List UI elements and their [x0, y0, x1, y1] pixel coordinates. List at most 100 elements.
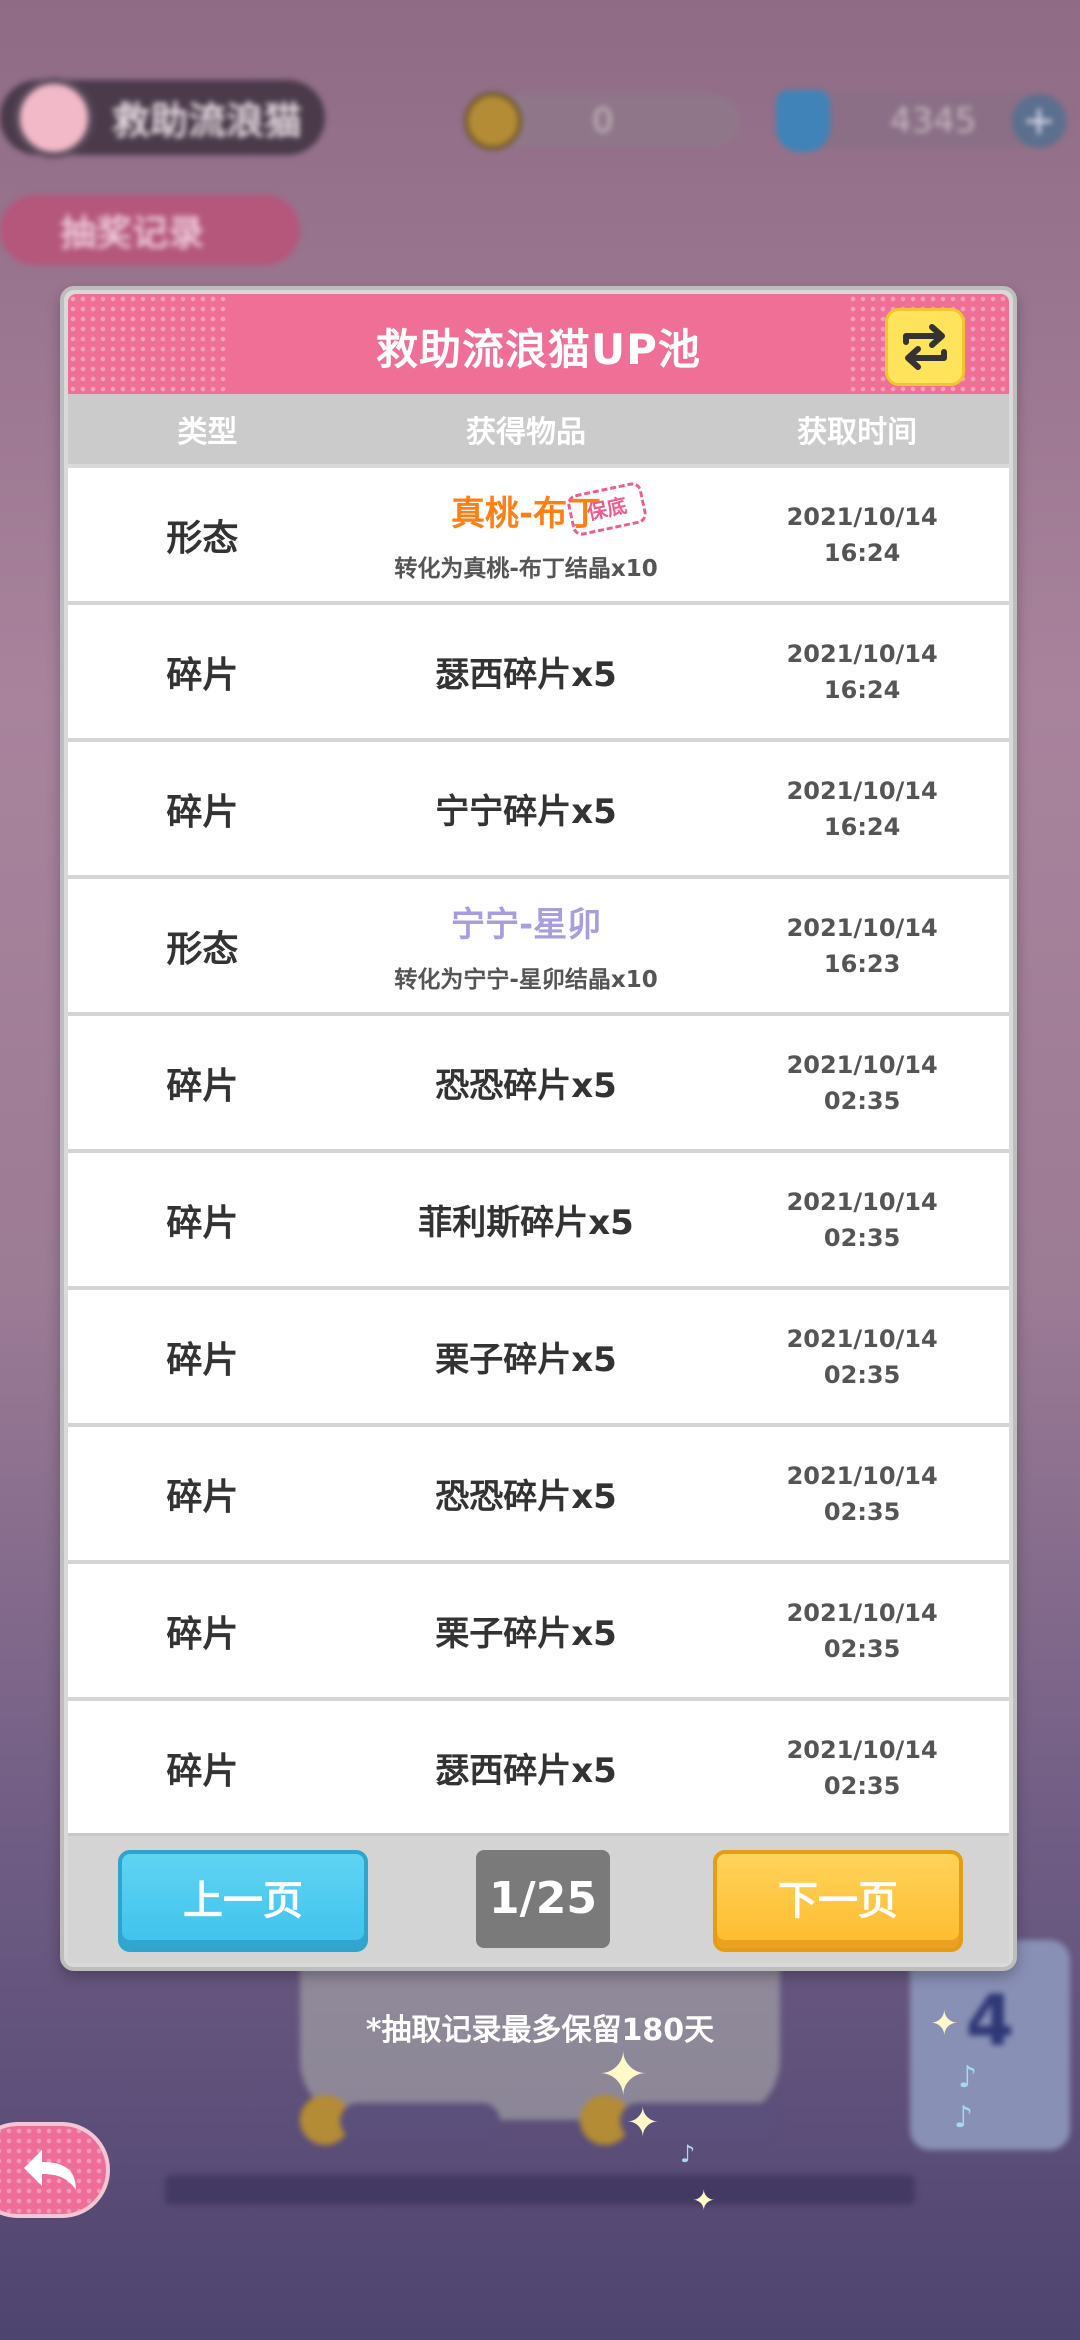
- row-time: 2021/10/14 16:23: [715, 910, 1009, 982]
- table-row: 形态 真桃-布丁 保底 转化为真桃-布丁结晶x10 2021/10/14 16:…: [68, 468, 1009, 605]
- row-date: 2021/10/14: [786, 502, 938, 531]
- table-row: 碎片 栗子碎片x5 2021/10/14 02:35: [68, 1290, 1009, 1427]
- row-time: 2021/10/14 02:35: [715, 1184, 1009, 1256]
- row-type: 形态: [166, 517, 239, 559]
- row-time: 2021/10/14 02:35: [715, 1047, 1009, 1119]
- row-clock: 02:35: [823, 1223, 901, 1252]
- table-row: 碎片 宁宁碎片x5 2021/10/14 16:24: [68, 742, 1009, 879]
- bg-notice-bar: [165, 2175, 915, 2205]
- music-note-icon: ♪: [680, 2140, 696, 2168]
- row-clock: 16:24: [823, 812, 901, 841]
- table-row: 碎片 瑟西碎片x5 2021/10/14 02:35: [68, 1701, 1009, 1838]
- music-note-icon: ♪: [958, 2060, 978, 2095]
- retention-notice: *抽取记录最多保留180天: [365, 2013, 715, 2048]
- event-avatar-icon: [14, 77, 94, 158]
- row-item-conversion: 转化为宁宁-星卯结晶x10: [394, 967, 658, 993]
- switch-pool-button[interactable]: [885, 308, 965, 386]
- row-time: 2021/10/14 02:35: [715, 1595, 1009, 1667]
- row-date: 2021/10/14: [786, 776, 938, 805]
- column-time: 获取时间: [797, 415, 918, 450]
- row-type: 碎片: [166, 791, 239, 833]
- swap-arrows-icon: [903, 324, 947, 370]
- record-list: 形态 真桃-布丁 保底 转化为真桃-布丁结晶x10 2021/10/14 16:…: [68, 468, 1009, 1838]
- table-row: 形态 宁宁-星卯 转化为宁宁-星卯结晶x10 2021/10/14 16:23: [68, 879, 1009, 1016]
- row-item: 恐恐碎片x5: [435, 1477, 617, 1517]
- gem-icon: [776, 90, 830, 152]
- column-item: 获得物品: [466, 415, 587, 450]
- record-tab-label: 抽奖记录: [60, 213, 205, 254]
- row-type: 碎片: [166, 1065, 239, 1107]
- table-row: 碎片 恐恐碎片x5 2021/10/14 02:35: [68, 1016, 1009, 1153]
- row-date: 2021/10/14: [786, 1461, 938, 1490]
- row-item: 瑟西碎片x5: [435, 655, 617, 695]
- row-time: 2021/10/14 16:24: [715, 499, 1009, 571]
- pagination-bar: 上一页 1/25 下一页: [68, 1833, 1009, 1963]
- row-item-name: 真桃-布丁: [450, 494, 602, 534]
- row-date: 2021/10/14: [786, 1598, 938, 1627]
- row-time: 2021/10/14 02:35: [715, 1321, 1009, 1393]
- coin-counter: 0: [464, 92, 740, 150]
- row-type: 碎片: [166, 1339, 239, 1381]
- row-type: 碎片: [166, 654, 239, 696]
- row-clock: 16:23: [823, 949, 901, 978]
- page-indicator: 1/25: [476, 1850, 610, 1948]
- row-clock: 02:35: [823, 1634, 901, 1663]
- table-row: 碎片 栗子碎片x5 2021/10/14 02:35: [68, 1564, 1009, 1701]
- row-time: 2021/10/14 02:35: [715, 1732, 1009, 1804]
- row-date: 2021/10/14: [786, 1735, 938, 1764]
- row-type: 碎片: [166, 1202, 239, 1244]
- row-clock: 16:24: [823, 538, 901, 567]
- row-date: 2021/10/14: [786, 913, 938, 942]
- sparkle-icon: ✦: [692, 2184, 716, 2217]
- row-time: 2021/10/14 16:24: [715, 773, 1009, 845]
- add-gem-icon: +: [1012, 94, 1066, 148]
- table-row: 碎片 恐恐碎片x5 2021/10/14 02:35: [68, 1427, 1009, 1564]
- row-item-name: 宁宁-星卯: [450, 905, 602, 945]
- row-type: 碎片: [166, 1476, 239, 1518]
- row-item-conversion: 转化为真桃-布丁结晶x10: [394, 556, 658, 582]
- back-button[interactable]: [0, 2122, 110, 2218]
- row-item: 瑟西碎片x5: [435, 1751, 617, 1791]
- row-clock: 02:35: [823, 1771, 901, 1800]
- coin-icon: [464, 92, 522, 150]
- row-clock: 02:35: [823, 1360, 901, 1389]
- row-type: 碎片: [166, 1613, 239, 1655]
- next-page-button[interactable]: 下一页: [713, 1850, 963, 1952]
- event-name: 救助流浪猫: [112, 99, 303, 143]
- row-time: 2021/10/14 02:35: [715, 1458, 1009, 1530]
- column-type: 类型: [177, 415, 238, 450]
- row-item: 恐恐碎片x5: [435, 1066, 617, 1106]
- row-date: 2021/10/14: [786, 1324, 938, 1353]
- prev-page-button[interactable]: 上一页: [118, 1850, 368, 1952]
- coin-count: 0: [592, 101, 614, 141]
- row-type: 碎片: [166, 1750, 239, 1792]
- table-header: 类型 获得物品 获取时间: [68, 394, 1009, 464]
- dialog-title: 救助流浪猫UP池: [376, 325, 701, 374]
- dialog-header: 救助流浪猫UP池: [68, 294, 1009, 394]
- row-item: 宁宁-星卯 转化为宁宁-星卯结晶x10: [337, 897, 715, 994]
- record-tab: 抽奖记录: [0, 195, 300, 265]
- event-name-pill: 救助流浪猫: [0, 77, 325, 158]
- row-item: 菲利斯碎片x5: [418, 1203, 634, 1243]
- table-row: 碎片 瑟西碎片x5 2021/10/14 16:24: [68, 605, 1009, 742]
- row-date: 2021/10/14: [786, 639, 938, 668]
- row-item: 栗子碎片x5: [435, 1340, 617, 1380]
- row-clock: 02:35: [823, 1086, 901, 1115]
- table-row: 碎片 菲利斯碎片x5 2021/10/14 02:35: [68, 1153, 1009, 1290]
- row-item: 宁宁碎片x5: [435, 792, 617, 832]
- gem-counter: 4345 +: [776, 90, 1070, 152]
- bg-cost-row: [300, 2095, 800, 2145]
- draw-record-dialog: 救助流浪猫UP池 类型 获得物品 获取时间 形态 真桃-布丁 保底 转化为真桃-…: [60, 286, 1017, 1971]
- sparkle-icon: ✦: [626, 2100, 660, 2146]
- row-time: 2021/10/14 16:24: [715, 636, 1009, 708]
- row-type: 形态: [166, 928, 239, 970]
- music-note-icon: ♪: [954, 2100, 974, 2135]
- row-item: 栗子碎片x5: [435, 1614, 617, 1654]
- row-clock: 16:24: [823, 675, 901, 704]
- bg-cost-bar: [340, 2103, 500, 2139]
- sparkle-icon: ✦: [930, 2004, 959, 2044]
- row-item: 真桃-布丁 保底 转化为真桃-布丁结晶x10: [337, 480, 715, 583]
- row-date: 2021/10/14: [786, 1050, 938, 1079]
- row-clock: 02:35: [823, 1497, 901, 1526]
- row-date: 2021/10/14: [786, 1187, 938, 1216]
